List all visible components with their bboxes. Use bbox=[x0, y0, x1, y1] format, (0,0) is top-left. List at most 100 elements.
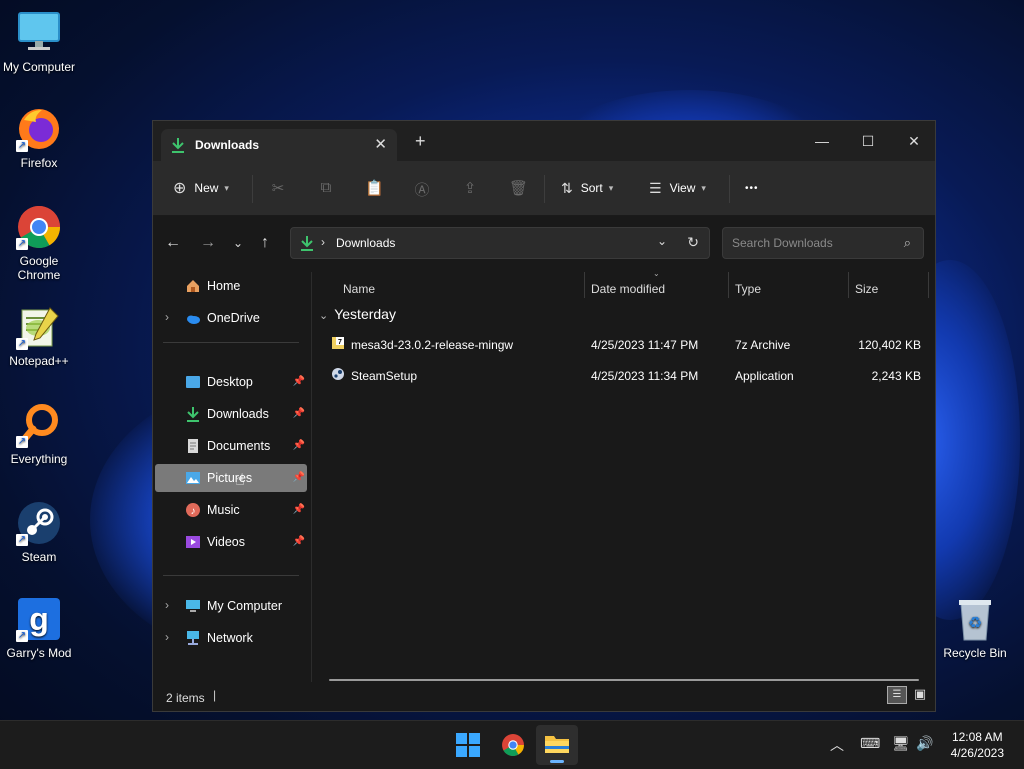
address-row: ← → ⌄ ↑ › Downloads ⌄ ↻ Search Downloads… bbox=[153, 216, 935, 272]
sidebar-item-home[interactable]: Home bbox=[155, 272, 307, 300]
group-header-yesterday[interactable]: ⌄ Yesterday bbox=[319, 306, 396, 322]
sidebar-item-label: Documents bbox=[207, 439, 271, 453]
sidebar-item-my-computer[interactable]: › My Computer bbox=[155, 592, 307, 620]
pin-icon[interactable]: 📌 bbox=[293, 440, 305, 451]
breadcrumb-downloads[interactable]: Downloads bbox=[336, 236, 395, 250]
taskbar-file-explorer-button[interactable] bbox=[536, 725, 578, 765]
copy-icon[interactable]: ⧉ bbox=[317, 179, 335, 197]
desktop-icon-recycle-bin[interactable]: ♻ Recycle Bin bbox=[937, 596, 1013, 660]
firefox-icon: ↗ bbox=[16, 106, 62, 152]
shortcut-arrow-icon: ↗ bbox=[16, 238, 28, 250]
back-arrow-icon[interactable]: ← bbox=[165, 234, 181, 252]
network-tray-icon[interactable]: 🖥 bbox=[892, 735, 910, 752]
forward-arrow-icon[interactable]: → bbox=[200, 234, 216, 252]
pin-icon[interactable]: 📌 bbox=[293, 504, 305, 515]
column-divider[interactable] bbox=[928, 272, 929, 298]
desktop-icon-steam[interactable]: ↗ Steam bbox=[1, 500, 77, 564]
sidebar-item-videos[interactable]: Videos 📌 bbox=[155, 528, 307, 556]
address-dropdown-chevron-icon[interactable]: ⌄ bbox=[657, 234, 667, 248]
rename-icon[interactable]: Ⓐ bbox=[413, 179, 431, 199]
close-window-button[interactable]: ✕ bbox=[891, 127, 937, 155]
sidebar-item-music[interactable]: ♪ Music 📌 bbox=[155, 496, 307, 524]
column-divider[interactable] bbox=[584, 272, 585, 298]
notepadpp-icon: ↗ bbox=[16, 304, 62, 350]
sidebar-item-documents[interactable]: Documents 📌 bbox=[155, 432, 307, 460]
shortcut-arrow-icon: ↗ bbox=[16, 140, 28, 152]
sidebar-item-onedrive[interactable]: › OneDrive bbox=[155, 304, 307, 332]
item-count: 2 items bbox=[166, 691, 205, 705]
view-button-label: View bbox=[669, 181, 696, 195]
details-view-icon[interactable]: ☰ bbox=[887, 686, 907, 704]
address-bar[interactable]: › Downloads ⌄ ↻ bbox=[290, 227, 710, 259]
pin-icon[interactable]: 📌 bbox=[293, 472, 305, 483]
tiles-view-icon[interactable]: ▣ bbox=[911, 686, 929, 702]
desktop-icon-garrys-mod[interactable]: g ↗ Garry's Mod bbox=[1, 596, 77, 660]
pin-icon[interactable]: 📌 bbox=[293, 408, 305, 419]
sidebar-divider bbox=[163, 342, 299, 343]
tab-downloads[interactable]: Downloads ✕ bbox=[161, 129, 397, 161]
show-hidden-icons-chevron-icon[interactable]: ︿ bbox=[830, 735, 844, 755]
sort-arrows-icon: ⇅ bbox=[561, 179, 573, 196]
expand-chevron-icon[interactable]: › bbox=[165, 598, 169, 612]
desktop-icon-everything[interactable]: ↗ Everything bbox=[1, 402, 77, 466]
start-windows-icon[interactable] bbox=[456, 733, 480, 762]
pin-icon[interactable]: 📌 bbox=[293, 536, 305, 547]
cloud-icon bbox=[185, 310, 201, 326]
column-header-name[interactable]: Name bbox=[343, 282, 375, 296]
sidebar-item-desktop[interactable]: Desktop 📌 bbox=[155, 368, 307, 396]
pin-icon[interactable]: 📌 bbox=[293, 376, 305, 387]
desktop-icon-notepadpp[interactable]: ↗ Notepad++ bbox=[1, 304, 77, 368]
table-row[interactable]: 7 mesa3d-23.0.2-release-mingw 4/25/2023 … bbox=[323, 330, 929, 360]
toolbar-divider bbox=[729, 175, 730, 203]
tab-close-icon[interactable]: ✕ bbox=[374, 135, 387, 153]
column-header-size[interactable]: Size bbox=[855, 282, 878, 296]
download-arrow-icon bbox=[301, 236, 313, 251]
toolbar-divider bbox=[252, 175, 253, 203]
garrys-mod-icon: g ↗ bbox=[16, 596, 62, 642]
expand-chevron-icon[interactable]: › bbox=[165, 630, 169, 644]
sidebar-item-network[interactable]: › Network bbox=[155, 624, 307, 652]
recent-locations-chevron-icon[interactable]: ⌄ bbox=[233, 236, 243, 250]
column-divider[interactable] bbox=[728, 272, 729, 298]
share-icon[interactable]: ⇪ bbox=[461, 179, 479, 197]
view-button[interactable]: ☰ View ▾ bbox=[649, 173, 706, 203]
maximize-button[interactable]: ☐ bbox=[845, 127, 891, 155]
volume-icon[interactable]: 🔊 bbox=[916, 735, 933, 752]
refresh-icon[interactable]: ↻ bbox=[687, 234, 699, 251]
sidebar-divider bbox=[163, 575, 299, 576]
file-size: 2,243 KB bbox=[871, 369, 921, 383]
expand-chevron-icon[interactable]: › bbox=[165, 310, 169, 324]
table-row[interactable]: SteamSetup 4/25/2023 11:34 PM Applicatio… bbox=[323, 361, 929, 391]
sidebar-item-pictures[interactable]: Pictures 📌 ☝ bbox=[155, 464, 307, 492]
horizontal-scrollbar[interactable] bbox=[329, 679, 919, 681]
more-options-button[interactable]: ••• bbox=[745, 173, 759, 203]
cut-icon[interactable]: ✂ bbox=[269, 179, 287, 197]
desktop-icon-chrome[interactable]: ↗ Google Chrome bbox=[1, 204, 77, 282]
keyboard-layout-icon[interactable]: ⌨ bbox=[860, 735, 880, 752]
chrome-icon: ↗ bbox=[16, 204, 62, 250]
delete-icon[interactable]: 🗑 bbox=[509, 179, 528, 197]
desktop-icon-label: Firefox bbox=[20, 156, 58, 170]
archive-7z-icon: 7 bbox=[331, 336, 345, 353]
search-input[interactable]: Search Downloads ⌕ bbox=[722, 227, 924, 259]
sidebar-item-downloads[interactable]: Downloads 📌 bbox=[155, 400, 307, 428]
column-header-date[interactable]: Date modified bbox=[591, 282, 665, 296]
sidebar-item-label: Videos bbox=[207, 535, 245, 549]
minimize-button[interactable]: — bbox=[799, 127, 845, 155]
desktop-icon-my-computer[interactable]: My Computer bbox=[1, 10, 77, 74]
up-arrow-icon[interactable]: ↑ bbox=[261, 234, 269, 252]
clock-time: 12:08 AM bbox=[951, 730, 1003, 744]
pane-splitter[interactable] bbox=[311, 272, 312, 682]
tab-title: Downloads bbox=[195, 138, 260, 152]
paste-icon[interactable]: 📋 bbox=[365, 179, 384, 197]
sort-button[interactable]: ⇅ Sort ▾ bbox=[561, 173, 613, 203]
search-icon[interactable]: ⌕ bbox=[904, 235, 911, 251]
column-header-type[interactable]: Type bbox=[735, 282, 761, 296]
taskbar-chrome-icon[interactable] bbox=[501, 733, 525, 762]
music-icon: ♪ bbox=[185, 502, 201, 518]
new-button[interactable]: ⊕ New ▾ bbox=[173, 173, 229, 203]
column-divider[interactable] bbox=[848, 272, 849, 298]
clock[interactable]: 12:08 AM 4/26/2023 bbox=[951, 729, 1004, 761]
new-tab-plus-icon[interactable]: + bbox=[415, 131, 426, 152]
desktop-icon-firefox[interactable]: ↗ Firefox bbox=[1, 106, 77, 170]
